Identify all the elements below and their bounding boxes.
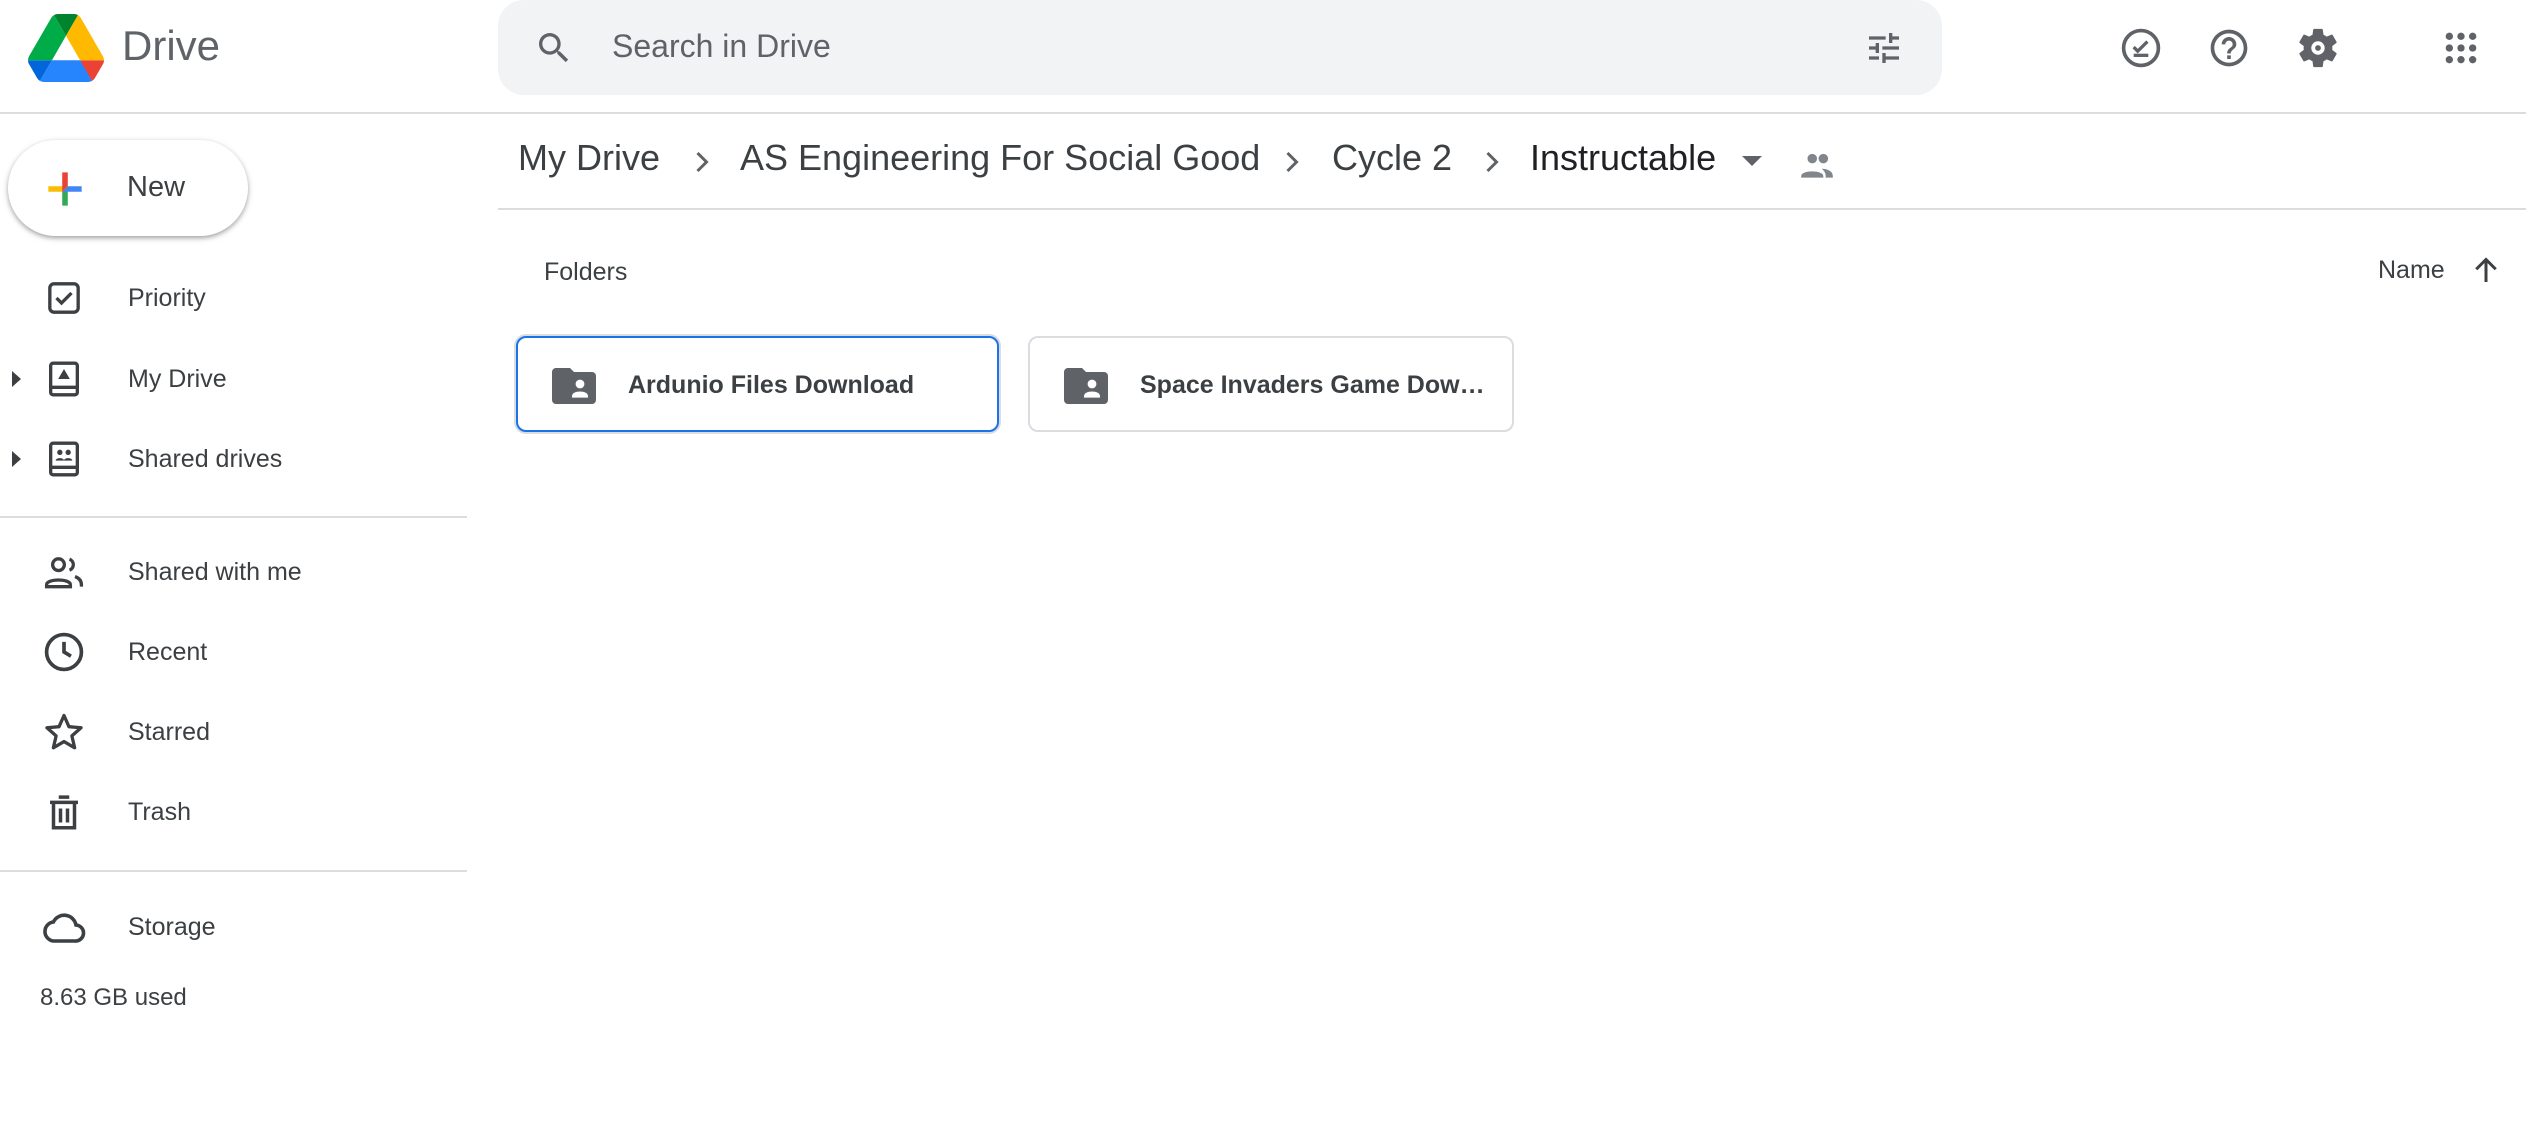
expand-caret-icon[interactable] [12, 371, 21, 387]
breadcrumb-cycle-2[interactable]: Cycle 2 [1332, 137, 1452, 179]
shared-folder-icon [1064, 368, 1108, 404]
apps-icon[interactable] [2437, 24, 2485, 72]
sidebar-item-trash[interactable]: Trash [0, 780, 467, 844]
people-icon [40, 548, 88, 596]
cloud-icon [40, 903, 88, 951]
search-input[interactable]: Search in Drive [612, 28, 831, 65]
plus-icon [48, 172, 82, 206]
dropdown-arrow-icon[interactable] [1738, 150, 1766, 170]
folder-name: Ardunio Files Download [628, 371, 915, 399]
priority-icon [40, 274, 88, 322]
trash-icon [40, 788, 88, 836]
my-drive-icon [40, 355, 88, 403]
shared-folder-people-icon [1801, 153, 1833, 178]
folder-name: Space Invaders Game Download [1140, 371, 1486, 399]
folder-card[interactable]: Ardunio Files Download [516, 336, 999, 432]
new-button-label: New [127, 171, 186, 203]
sidebar-divider [0, 870, 467, 872]
sidebar-item-label: My Drive [128, 364, 227, 393]
chevron-right-icon [696, 151, 709, 173]
expand-caret-icon[interactable] [12, 451, 21, 467]
sidebar-item-label: Shared drives [128, 444, 283, 473]
storage-used-text: 8.63 GB used [40, 984, 187, 1011]
drive-logo-icon[interactable] [28, 14, 104, 82]
breadcrumb-divider [498, 208, 2526, 210]
settings-icon[interactable] [2294, 24, 2342, 72]
star-icon [40, 708, 88, 756]
clock-icon [40, 628, 88, 676]
shared-folder-icon [552, 368, 596, 404]
new-button[interactable]: New [8, 140, 248, 236]
sort-by-name-button[interactable]: Name [2378, 256, 2445, 285]
help-icon[interactable] [2205, 24, 2253, 72]
sidebar-item-priority[interactable]: Priority [0, 266, 467, 330]
breadcrumb-as-engineering[interactable]: AS Engineering For Social Good [740, 137, 1260, 179]
chevron-right-icon [1486, 151, 1499, 173]
sidebar-divider [0, 516, 467, 518]
breadcrumb-instructable[interactable]: Instructable [1530, 137, 1716, 179]
sidebar-item-recent[interactable]: Recent [0, 620, 467, 684]
search-icon[interactable] [534, 28, 574, 68]
shared-drives-icon [40, 435, 88, 483]
sidebar-item-label: Storage [128, 912, 216, 941]
sidebar-item-shared-drives[interactable]: Shared drives [0, 427, 467, 491]
sidebar-item-storage[interactable]: Storage [0, 895, 467, 959]
sidebar-item-my-drive[interactable]: My Drive [0, 347, 467, 411]
breadcrumb-my-drive[interactable]: My Drive [518, 137, 660, 179]
sidebar-item-label: Trash [128, 797, 191, 826]
chevron-right-icon [1286, 151, 1299, 173]
folders-section-label: Folders [544, 258, 628, 286]
tune-icon[interactable] [1864, 28, 1904, 68]
sidebar-item-shared-with-me[interactable]: Shared with me [0, 540, 467, 604]
search-bar[interactable]: Search in Drive [498, 0, 1942, 95]
sidebar-item-label: Recent [128, 637, 208, 666]
ready-for-offline-icon[interactable] [2117, 24, 2165, 72]
header-divider [0, 112, 2526, 114]
arrow-up-icon[interactable] [2468, 252, 2504, 288]
sidebar-item-starred[interactable]: Starred [0, 700, 467, 764]
folder-card[interactable]: Space Invaders Game Download [1028, 336, 1514, 432]
sidebar-item-label: Starred [128, 717, 210, 746]
app-title[interactable]: Drive [122, 22, 220, 70]
sidebar-item-label: Priority [128, 283, 206, 312]
sidebar-item-label: Shared with me [128, 557, 302, 586]
